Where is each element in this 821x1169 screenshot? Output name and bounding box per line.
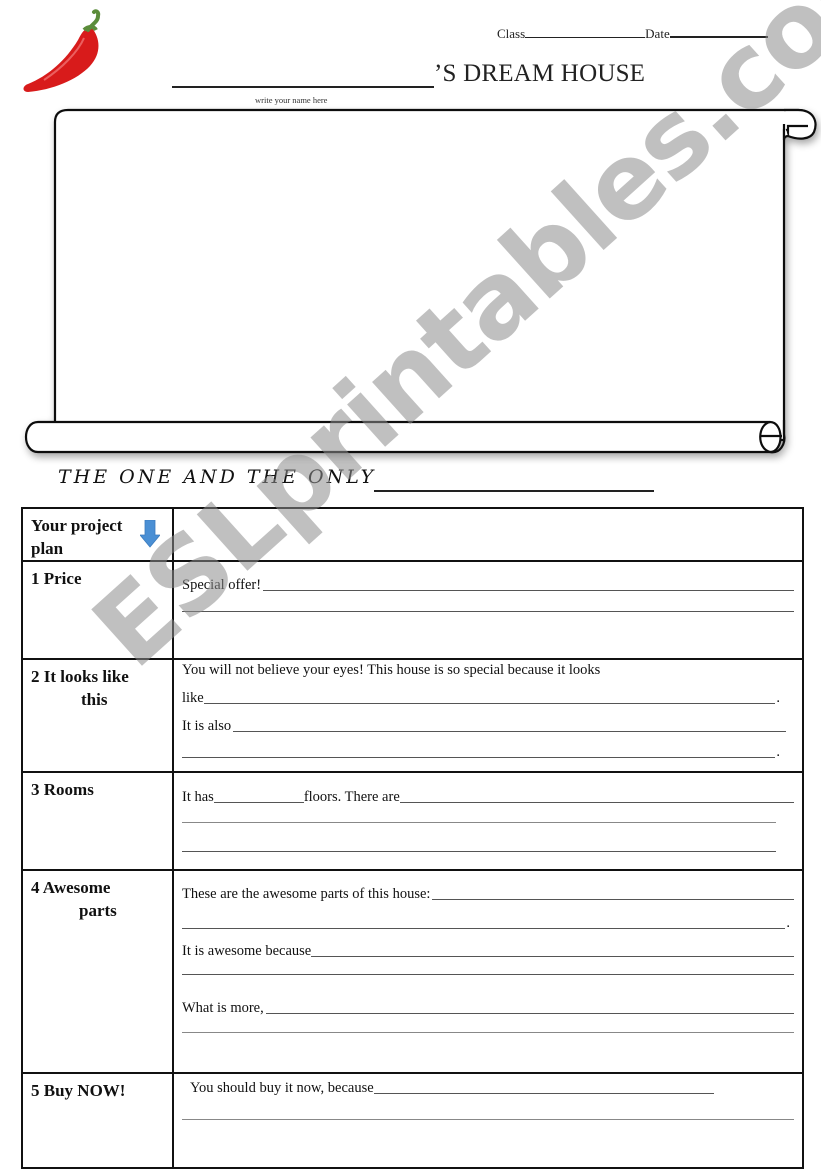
answer-line[interactable]: It has floors. There are xyxy=(182,789,794,806)
blank-field[interactable] xyxy=(203,702,776,704)
blank-field[interactable] xyxy=(432,898,794,900)
answer-line[interactable] xyxy=(182,973,794,978)
answer-line[interactable]: . xyxy=(182,744,780,761)
table-row: 5 Buy NOW! You should buy it now, becaus… xyxy=(21,1072,804,1169)
blank-field[interactable] xyxy=(311,955,794,957)
blank-field[interactable] xyxy=(182,850,776,852)
answer-line[interactable]: . xyxy=(182,915,790,932)
row-label-cell: 1 Price xyxy=(21,560,174,660)
line-prefix: It has xyxy=(182,789,214,805)
date-field[interactable] xyxy=(669,24,768,38)
blank-field[interactable] xyxy=(265,1012,794,1014)
row-label: 1 Price xyxy=(31,569,82,588)
page-title: ’S DREAM HOUSE xyxy=(434,60,646,87)
class-field[interactable] xyxy=(525,25,646,38)
table-row: 3 Rooms It has floors. There are xyxy=(21,771,804,871)
line-prefix: Special offer! xyxy=(182,577,262,593)
blank-field[interactable] xyxy=(399,801,794,803)
class-date-fields: Class Date xyxy=(497,24,768,42)
row-content-cell: These are the awesome parts of this hous… xyxy=(172,869,804,1074)
answer-line[interactable]: Special offer! xyxy=(182,577,794,594)
floors-blank-field[interactable] xyxy=(213,801,304,803)
intro-text-row: You will not believe your eyes! This hou… xyxy=(182,662,794,679)
date-label: Date xyxy=(645,26,670,41)
answer-line[interactable] xyxy=(182,1118,794,1123)
blank-field[interactable] xyxy=(182,821,776,823)
answer-line[interactable] xyxy=(182,1031,794,1036)
line-prefix: These are the awesome parts of this hous… xyxy=(182,886,431,902)
blank-field[interactable] xyxy=(182,973,794,975)
table-row: 4 Awesome parts These are the awesome par… xyxy=(21,869,804,1074)
header-content-cell xyxy=(172,507,804,562)
answer-line[interactable]: It is also xyxy=(182,718,786,735)
answer-line[interactable]: You should buy it now, because xyxy=(190,1080,714,1097)
line-prefix: You should buy it now, because xyxy=(190,1080,374,1096)
line-suffix: . xyxy=(776,744,780,760)
row-label: 3 Rooms xyxy=(31,780,94,799)
paper-scroll-frame[interactable] xyxy=(18,100,821,465)
row-label: 2 It looks like xyxy=(31,667,129,686)
chili-pepper-icon xyxy=(23,9,101,93)
down-arrow-icon xyxy=(140,520,160,548)
blank-field[interactable] xyxy=(182,756,776,758)
row-label-cell: 2 It looks like this xyxy=(21,658,174,773)
blank-field[interactable] xyxy=(233,730,786,732)
row-label-line2: this xyxy=(81,690,108,709)
row-label: 4 Awesome xyxy=(31,878,111,897)
class-label: Class xyxy=(497,26,526,41)
line-prefix: like xyxy=(182,690,204,706)
row-label-line2: parts xyxy=(79,901,117,920)
row-label: 5 Buy NOW! xyxy=(31,1081,126,1100)
row-content-cell: You should buy it now, because xyxy=(172,1072,804,1169)
table-row: 2 It looks like this You will not believe… xyxy=(21,658,804,773)
answer-line[interactable] xyxy=(182,850,776,855)
blank-field[interactable] xyxy=(263,589,794,591)
blank-field[interactable] xyxy=(182,610,794,612)
line-prefix: It is also xyxy=(182,718,232,734)
row-content-cell: You will not believe your eyes! This hou… xyxy=(172,658,804,773)
answer-line[interactable]: It is awesome because xyxy=(182,943,794,960)
blank-field[interactable] xyxy=(182,1118,794,1120)
answer-line[interactable] xyxy=(182,610,794,615)
line-suffix: . xyxy=(776,690,780,706)
line-suffix: . xyxy=(786,915,790,931)
row-label-cell: 3 Rooms xyxy=(21,771,174,871)
student-name-field[interactable] xyxy=(172,86,434,88)
table-row: 1 Price Special offer! xyxy=(21,560,804,660)
line-middle: floors. There are xyxy=(303,789,400,805)
project-plan-table: Your project plan 1 Price Special offer!… xyxy=(21,507,804,1169)
house-name-field[interactable] xyxy=(374,490,654,492)
row-label-cell: 4 Awesome parts xyxy=(21,869,174,1074)
line-prefix: What is more, xyxy=(182,1000,264,1016)
row-label-cell: 5 Buy NOW! xyxy=(21,1072,174,1169)
answer-line[interactable]: These are the awesome parts of this hous… xyxy=(182,886,794,903)
answer-line[interactable]: like. xyxy=(182,690,780,707)
blank-field[interactable] xyxy=(373,1092,714,1094)
row-content-cell: Special offer! xyxy=(172,560,804,660)
answer-line[interactable]: What is more, xyxy=(182,1000,794,1017)
subtitle-the-one-and-only: THE ONE AND THE ONLY xyxy=(58,466,377,488)
row-content-cell: It has floors. There are xyxy=(172,771,804,871)
blank-field[interactable] xyxy=(182,927,786,929)
answer-line[interactable] xyxy=(182,821,776,826)
intro-text: You will not believe your eyes! This hou… xyxy=(182,662,601,678)
line-prefix: It is awesome because xyxy=(182,943,312,959)
header-label: Your project plan xyxy=(31,516,123,558)
blank-field[interactable] xyxy=(182,1031,794,1033)
